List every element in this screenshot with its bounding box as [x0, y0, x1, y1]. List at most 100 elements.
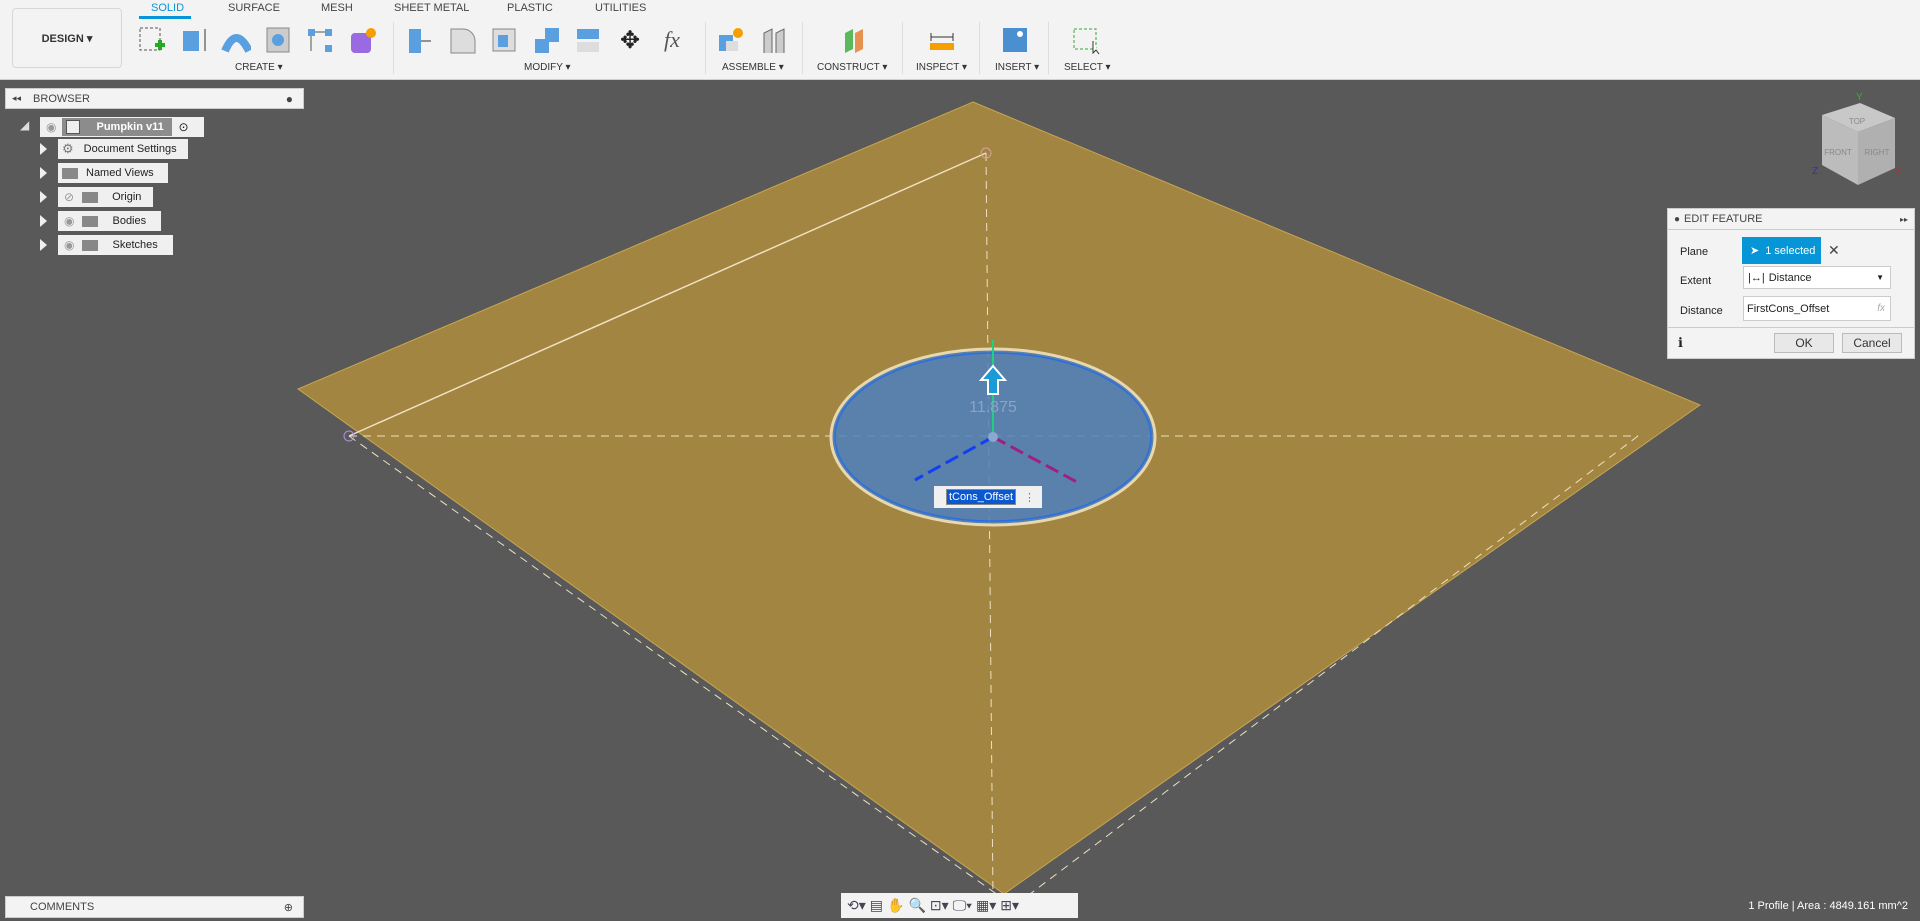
tab-plastic[interactable]: PLASTIC — [507, 2, 553, 14]
fillet-icon[interactable] — [446, 24, 478, 56]
display-settings-icon[interactable]: 🖵▾ — [953, 897, 972, 914]
chevron-down-icon: ▼ — [1876, 273, 1884, 282]
expand-icon[interactable] — [40, 143, 47, 155]
browser-item-document-settings[interactable]: ⚙ Document Settings — [58, 139, 188, 159]
new-component-icon[interactable] — [715, 24, 747, 56]
svg-text:FRONT: FRONT — [1824, 148, 1852, 157]
select-box-icon[interactable] — [1070, 24, 1102, 56]
zoom-icon[interactable]: 🔍 — [908, 897, 925, 914]
plane-label: Plane — [1680, 246, 1709, 258]
distance-field[interactable]: FirstCons_Offset fx — [1743, 296, 1891, 321]
joint-icon[interactable] — [757, 24, 789, 56]
folder-icon — [62, 167, 78, 179]
combine-icon[interactable] — [530, 24, 562, 56]
clear-selection-icon[interactable]: ✕ — [1828, 242, 1840, 259]
folder-icon — [82, 239, 99, 251]
extent-dropdown[interactable]: |↔| Distance ▼ — [1743, 266, 1891, 289]
toolbar: DESIGN ▾ SOLID SURFACE MESH SHEET METAL … — [0, 0, 1920, 80]
distance-input-overlay[interactable]: tCons_Offset ⋮ — [934, 486, 1042, 508]
svg-text:X: X — [1895, 166, 1902, 177]
move-copy-icon[interactable]: ✥ — [614, 24, 646, 56]
svg-text:TOP: TOP — [1849, 117, 1865, 126]
workspace-switcher[interactable]: DESIGN ▾ — [12, 8, 122, 68]
eye-icon[interactable]: ◉ — [64, 238, 74, 252]
svg-text:Y: Y — [1856, 92, 1863, 103]
extent-label: Extent — [1680, 275, 1712, 287]
browser-panel-header[interactable]: ◂◂ BROWSER ● — [5, 88, 304, 109]
modify-menu[interactable]: MODIFY ▾ — [524, 62, 571, 73]
viewports-icon[interactable]: ⊞▾ — [1000, 897, 1019, 914]
press-pull-icon[interactable] — [404, 24, 436, 56]
more-icon[interactable]: ⋮ — [1024, 491, 1035, 504]
dialog-collapse-icon[interactable]: ● — [1674, 214, 1680, 225]
dimension-ghost: 11.875 — [969, 399, 1017, 416]
collapse-browser-icon[interactable]: ◂◂ — [12, 93, 21, 104]
grid-icon[interactable]: ▦▾ — [976, 897, 996, 914]
look-at-icon[interactable]: ▤ — [870, 897, 883, 914]
create-form-icon[interactable] — [346, 24, 378, 56]
browser-minimize-icon[interactable]: ● — [286, 92, 293, 106]
tab-utilities[interactable]: UTILITIES — [595, 2, 646, 14]
activate-radio-icon[interactable]: ⊙ — [178, 120, 188, 134]
select-menu[interactable]: SELECT ▾ — [1064, 62, 1111, 73]
comments-add-icon[interactable]: ⊕ — [284, 901, 293, 914]
tab-solid[interactable]: SOLID — [151, 2, 184, 14]
split-face-icon[interactable] — [572, 24, 604, 56]
expand-icon[interactable] — [40, 191, 47, 203]
folder-icon — [82, 191, 99, 203]
expand-dialog-icon[interactable]: ▸▸ — [1900, 215, 1908, 224]
plane-selection-button[interactable]: ➤ 1 selected — [1742, 237, 1821, 264]
expand-icon[interactable] — [40, 215, 47, 227]
svg-text:RIGHT: RIGHT — [1865, 148, 1890, 157]
navigation-bar: ⟲▾ ▤ ✋ 🔍 ⊡▾ 🖵▾ ▦▾ ⊞▾ — [841, 893, 1078, 918]
gear-icon: ⚙ — [62, 141, 74, 156]
svg-text:Z: Z — [1812, 166, 1818, 177]
ok-button[interactable]: OK — [1774, 333, 1834, 353]
browser-item-named-views[interactable]: Named Views — [58, 163, 168, 183]
expand-icon[interactable] — [40, 167, 47, 179]
create-menu[interactable]: CREATE ▾ — [235, 62, 283, 73]
tab-sheet-metal[interactable]: SHEET METAL — [394, 2, 469, 14]
offset-plane-icon[interactable] — [838, 24, 870, 56]
eye-hidden-icon[interactable]: ⊘ — [64, 190, 74, 204]
extrude-icon[interactable] — [178, 24, 210, 56]
orbit-icon[interactable]: ⟲▾ — [847, 897, 866, 914]
browser-item-origin[interactable]: ⊘ Origin — [58, 187, 153, 207]
pattern-icon[interactable] — [304, 24, 336, 56]
revolve-icon[interactable] — [220, 24, 252, 56]
insert-image-icon[interactable] — [999, 24, 1031, 56]
browser-title: BROWSER — [33, 92, 90, 105]
root-label: Pumpkin v11 — [96, 121, 164, 133]
parameters-fx-icon[interactable]: fx — [656, 24, 688, 56]
shell-icon[interactable] — [488, 24, 520, 56]
comments-panel[interactable]: COMMENTS ⊕ — [5, 896, 304, 918]
active-tab-indicator — [139, 16, 191, 19]
eye-icon[interactable]: ◉ — [46, 120, 56, 134]
distance-extent-icon: |↔| — [1748, 271, 1765, 284]
inspect-menu[interactable]: INSPECT ▾ — [916, 62, 967, 73]
construct-menu[interactable]: CONSTRUCT ▾ — [817, 62, 887, 73]
tab-surface[interactable]: SURFACE — [228, 2, 280, 14]
browser-root-item[interactable]: ◉ Pumpkin v11 ⊙ — [40, 117, 204, 137]
pan-hand-icon[interactable]: ✋ — [887, 897, 904, 914]
fx-button[interactable]: fx — [1877, 303, 1885, 314]
info-icon[interactable]: ℹ — [1678, 335, 1683, 351]
eye-icon[interactable]: ◉ — [64, 214, 74, 228]
cancel-button[interactable]: Cancel — [1842, 333, 1902, 353]
create-sketch-icon[interactable] — [136, 24, 168, 56]
assemble-menu[interactable]: ASSEMBLE ▾ — [722, 62, 784, 73]
tab-mesh[interactable]: MESH — [321, 2, 353, 14]
expand-icon[interactable] — [40, 239, 47, 251]
edit-feature-dialog: ● EDIT FEATURE ▸▸ Plane ➤ 1 selected ✕ Ex… — [1667, 208, 1915, 359]
fit-icon[interactable]: ⊡▾ — [930, 897, 949, 914]
collapse-root-icon[interactable]: ◢ — [20, 118, 29, 132]
browser-item-sketches[interactable]: ◉ Sketches — [58, 235, 173, 255]
insert-menu[interactable]: INSERT ▾ — [995, 62, 1039, 73]
measure-icon[interactable] — [926, 24, 958, 56]
status-text: 1 Profile | Area : 4849.161 mm^2 — [1748, 900, 1908, 912]
browser-item-bodies[interactable]: ◉ Bodies — [58, 211, 161, 231]
hole-icon[interactable] — [262, 24, 294, 56]
folder-icon — [82, 215, 99, 227]
distance-overlay-value[interactable]: tCons_Offset — [946, 489, 1016, 505]
viewcube[interactable]: TOP FRONT RIGHT Y Z X — [1812, 92, 1902, 185]
